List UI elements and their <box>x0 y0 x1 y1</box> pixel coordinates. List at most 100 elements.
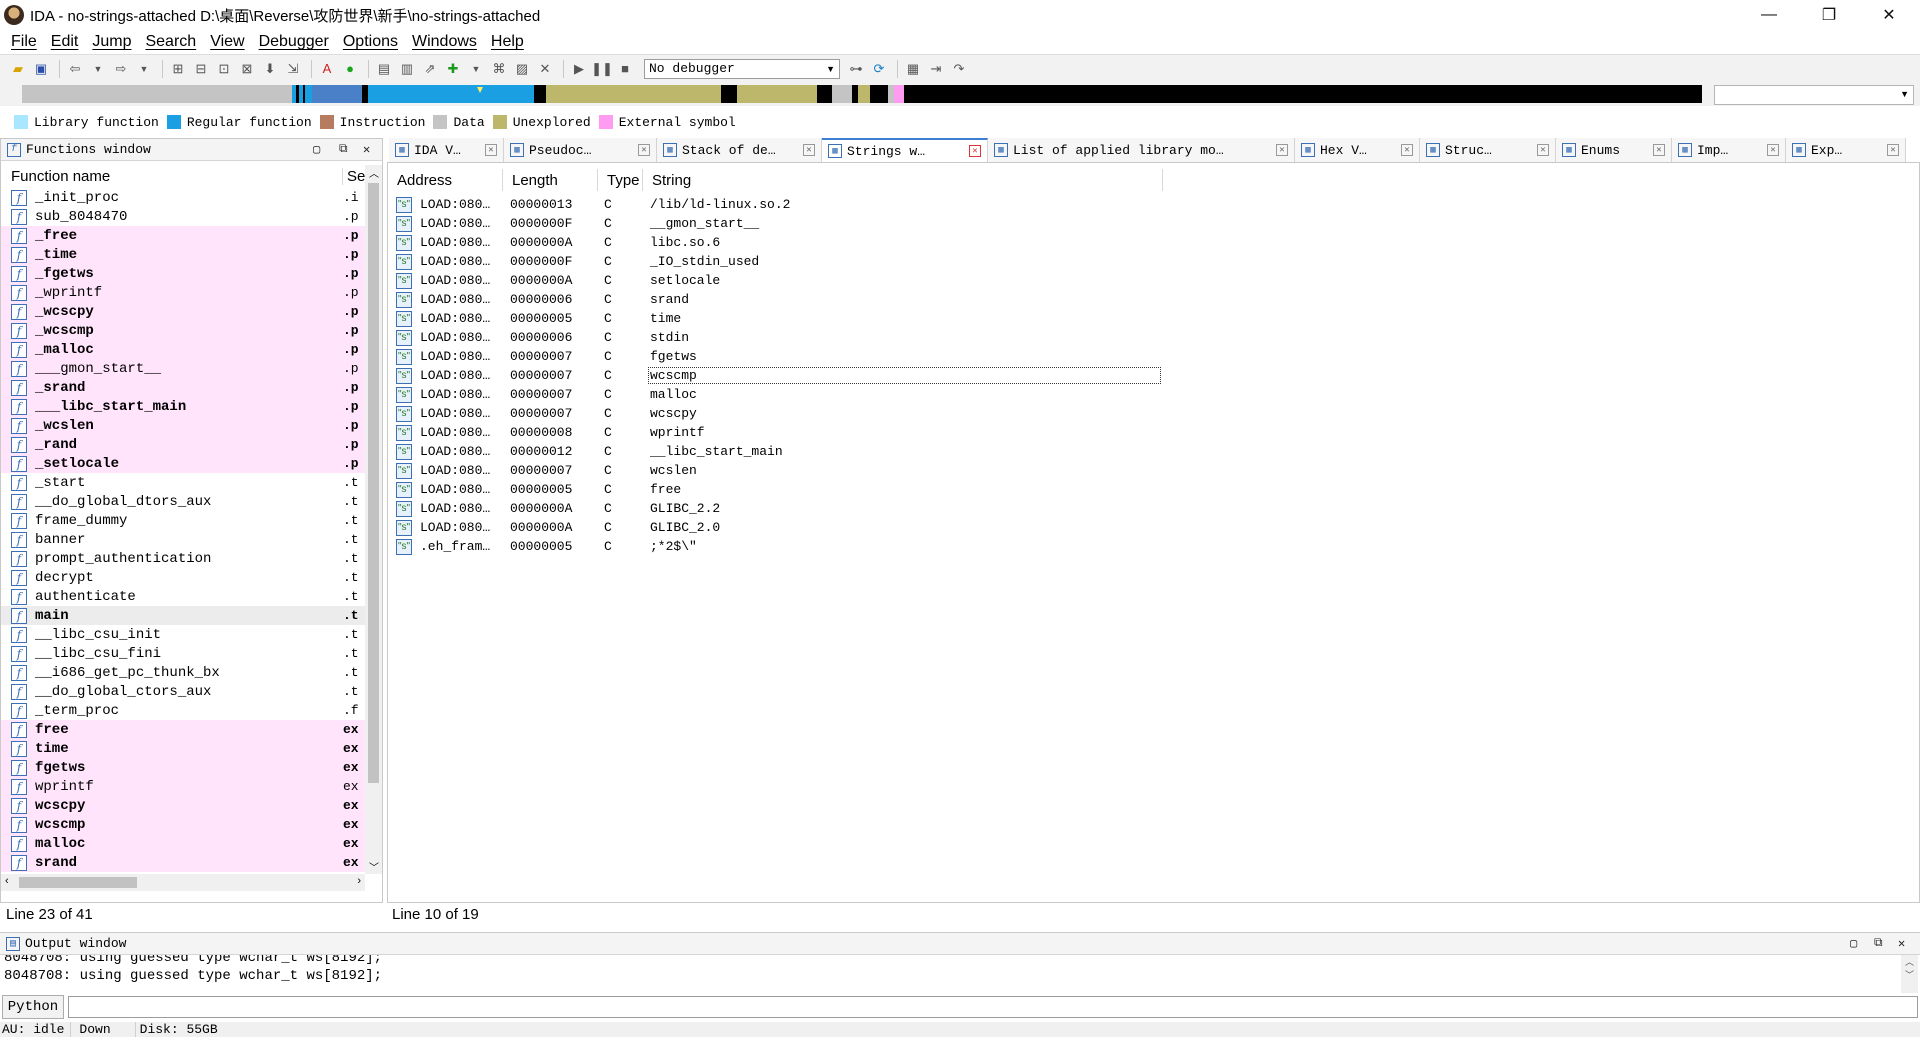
tab-enums[interactable]: ▦ Enums ✕ <box>1556 138 1672 162</box>
string-row[interactable]: "s" LOAD:080… 00000008 Cwprintf <box>388 423 1918 442</box>
string-row[interactable]: "s" LOAD:080… 00000007 Cfgetws <box>388 347 1918 366</box>
function-row[interactable]: f decrypt .t <box>1 568 369 587</box>
back-dropdown-icon[interactable]: ▼ <box>88 59 108 79</box>
function-row[interactable]: f ___gmon_start__ .p <box>1 359 369 378</box>
minimize-button[interactable]: — <box>1740 0 1798 30</box>
breakpoint-list-icon[interactable]: ▦ <box>903 59 923 79</box>
function-row[interactable]: f _srand .p <box>1 378 369 397</box>
function-row[interactable]: f prompt_authentication .t <box>1 549 369 568</box>
tab-imports[interactable]: ▦ Imp… ✕ <box>1672 138 1786 162</box>
function-row[interactable]: f __do_global_ctors_aux .t <box>1 682 369 701</box>
menu-windows[interactable]: Windows <box>405 33 484 51</box>
restore-button[interactable]: ❐ <box>1800 0 1858 30</box>
string-row[interactable]: "s" LOAD:080… 00000006 Csrand <box>388 290 1918 309</box>
tab-stack[interactable]: ▦ Stack of de… ✕ <box>657 138 822 162</box>
scroll-up-icon[interactable]: ︿ <box>369 165 379 180</box>
function-row[interactable]: f sub_8048470 .p <box>1 207 369 226</box>
close-tab-icon[interactable]: ✕ <box>638 144 650 156</box>
scroll-down-icon[interactable]: ﹀ <box>369 859 379 874</box>
function-row[interactable]: f authenticate .t <box>1 587 369 606</box>
string-row[interactable]: "s" LOAD:080… 00000007 Cwcscpy <box>388 404 1918 423</box>
close-button[interactable]: ✕ <box>1860 0 1918 30</box>
close-pane-icon[interactable]: ✕ <box>363 142 370 157</box>
command-input[interactable] <box>68 996 1918 1018</box>
function-row[interactable]: f _wprintf .p <box>1 283 369 302</box>
function-row[interactable]: f frame_dummy .t <box>1 511 369 530</box>
delete-icon[interactable]: ✕ <box>535 59 555 79</box>
function-row[interactable]: f _time .p <box>1 245 369 264</box>
string-row[interactable]: "s" LOAD:080… 00000006 Cstdin <box>388 328 1918 347</box>
column-segment[interactable]: Se <box>343 168 365 185</box>
restore-pane-icon[interactable]: ▢ <box>1850 936 1857 951</box>
stop-icon[interactable]: ■ <box>615 59 635 79</box>
image-icon[interactable]: ▨ <box>512 59 532 79</box>
function-row[interactable]: f _wcslen .p <box>1 416 369 435</box>
forward-dropdown-icon[interactable]: ▼ <box>134 59 154 79</box>
text-icon[interactable]: A <box>317 59 337 79</box>
scroll-down-icon[interactable]: ﹀ <box>1901 968 1918 981</box>
scroll-left-icon[interactable]: ‹ <box>5 875 9 887</box>
navigation-band[interactable] <box>22 85 1702 103</box>
function-row[interactable]: f wprintf ex <box>1 777 369 796</box>
close-tab-icon[interactable]: ✕ <box>1887 144 1899 156</box>
function-row[interactable]: f _malloc .p <box>1 340 369 359</box>
column-type[interactable]: Type <box>598 169 643 191</box>
function-row[interactable]: f fgetws ex <box>1 758 369 777</box>
string-row[interactable]: "s" LOAD:080… 0000000A C GLIBC_2.2 <box>388 499 1918 518</box>
function-row[interactable]: f __do_global_dtors_aux .t <box>1 492 369 511</box>
scroll-right-icon[interactable]: › <box>357 875 361 887</box>
menu-options[interactable]: Options <box>336 33 405 51</box>
navigate-icon[interactable]: ⇲ <box>283 59 303 79</box>
function-row[interactable]: f malloc ex <box>1 834 369 853</box>
tab-pseudocode[interactable]: ▦ Pseudoc… ✕ <box>504 138 657 162</box>
step-into-icon[interactable]: ⇥ <box>926 59 946 79</box>
tab-structures[interactable]: ▦ Struc… ✕ <box>1420 138 1556 162</box>
tab-library-list[interactable]: ▦ List of applied library mo… ✕ <box>988 138 1295 162</box>
float-pane-icon[interactable]: ⧉ <box>1874 936 1883 950</box>
navigation-band-select[interactable]: ▼ <box>1714 85 1914 105</box>
column-address[interactable]: Address <box>388 169 503 191</box>
function-row[interactable]: f banner .t <box>1 530 369 549</box>
xref-icon[interactable]: ⇗ <box>420 59 440 79</box>
tab-exports[interactable]: ▦ Exp… ✕ <box>1786 138 1906 162</box>
string-row[interactable]: "s" LOAD:080… 0000000F C __gmon_start__ <box>388 214 1918 233</box>
function-row[interactable]: f _wcscpy .p <box>1 302 369 321</box>
menu-view[interactable]: View <box>203 33 251 51</box>
menu-debugger[interactable]: Debugger <box>252 33 336 51</box>
string-row[interactable]: "s" LOAD:080… 00000007 Cwcscmp <box>388 366 1918 385</box>
refresh-icon[interactable]: ⟳ <box>869 59 889 79</box>
output-scrollbar[interactable]: ︿ ﹀ <box>1901 955 1918 993</box>
segment-icon[interactable]: ▤ <box>374 59 394 79</box>
search-next-icon[interactable]: ⊠ <box>237 59 257 79</box>
column-string[interactable]: String <box>643 169 1163 191</box>
close-tab-icon[interactable]: ✕ <box>1401 144 1413 156</box>
string-row[interactable]: "s" .eh_fram… 00000005 C ;*2$\" <box>388 537 1918 556</box>
function-row[interactable]: f _start .t <box>1 473 369 492</box>
close-tab-icon[interactable]: ✕ <box>1276 144 1288 156</box>
search-binary-icon[interactable]: ⊞ <box>168 59 188 79</box>
close-tab-icon[interactable]: ✕ <box>1537 144 1549 156</box>
play-icon[interactable]: ▶ <box>569 59 589 79</box>
functions-vertical-scrollbar[interactable]: ︿ ﹀ <box>365 165 382 874</box>
function-row[interactable]: f main .t <box>1 606 369 625</box>
function-row[interactable]: f _free .p <box>1 226 369 245</box>
string-row[interactable]: "s" LOAD:080… 00000005 Ctime <box>388 309 1918 328</box>
string-row[interactable]: "s" LOAD:080… 00000012 C __libc_start_main <box>388 442 1918 461</box>
string-row[interactable]: "s" LOAD:080… 0000000A Clibc.so.6 <box>388 233 1918 252</box>
menu-file[interactable]: File <box>4 33 44 51</box>
function-row[interactable]: f _setlocale .p <box>1 454 369 473</box>
close-tab-icon[interactable]: ✕ <box>485 144 497 156</box>
search-immediate-icon[interactable]: ⊡ <box>214 59 234 79</box>
attach-icon[interactable]: ⊶ <box>846 59 866 79</box>
graph-icon[interactable]: ⌘ <box>489 59 509 79</box>
restore-pane-icon[interactable]: ▢ <box>313 142 320 157</box>
string-row[interactable]: "s" LOAD:080… 0000000A C GLIBC_2.0 <box>388 518 1918 537</box>
string-row[interactable]: "s" LOAD:080… 00000007 Cmalloc <box>388 385 1918 404</box>
function-row[interactable]: f ___libc_start_main .p <box>1 397 369 416</box>
menu-help[interactable]: Help <box>484 33 531 51</box>
function-row[interactable]: f wcscmp ex <box>1 815 369 834</box>
tab-ida-view[interactable]: ▦ IDA V… ✕ <box>389 138 504 162</box>
green-circle-icon[interactable]: ● <box>340 59 360 79</box>
pause-icon[interactable]: ❚❚ <box>591 59 613 79</box>
step-over-icon[interactable]: ↷ <box>949 59 969 79</box>
